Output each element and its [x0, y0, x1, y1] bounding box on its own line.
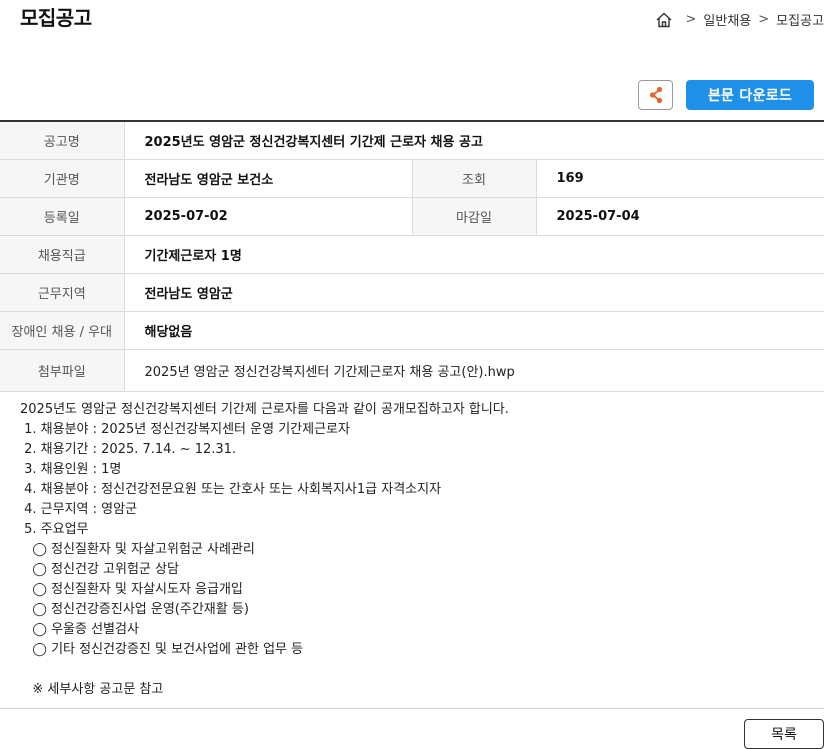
- breadcrumb-item-general-hiring[interactable]: 일반채용: [703, 10, 751, 29]
- home-icon[interactable]: [655, 11, 673, 29]
- list-button[interactable]: 목록: [744, 719, 824, 749]
- region-label: 근무지역: [0, 273, 125, 312]
- body-line: 3. 채용인원 : 1명: [20, 462, 122, 477]
- breadcrumb-separator: >: [758, 12, 770, 27]
- table-row: 등록일 2025-07-02 마감일 2025-07-04: [0, 197, 824, 236]
- rank-value: 기간제근로자 1명: [124, 235, 824, 274]
- body-line: 2025년도 영암군 정신건강복지센터 기간제 근로자를 다음과 같이 공개모집…: [20, 402, 509, 417]
- notice-info-table: 공고명 2025년도 영암군 정신건강복지센터 기간제 근로자 채용 공고 기관…: [0, 120, 824, 392]
- body-line: 1. 채용분야 : 2025년 정신건강복지센터 운영 기간제근로자: [20, 422, 350, 437]
- body-line: 2. 채용기간 : 2025. 7.14. ~ 12.31.: [20, 442, 237, 457]
- table-row: 채용직급 기간제근로자 1명: [0, 235, 824, 274]
- body-line: 5. 주요업무: [20, 522, 89, 537]
- views-value: 169: [536, 159, 824, 198]
- body-line: ◯ 기타 정신건강증진 및 보건사업에 관한 업무 등: [20, 642, 304, 657]
- reg-date-label: 등록일: [0, 197, 125, 236]
- attachment-link[interactable]: 2025년 영암군 정신건강복지센터 기간제근로자 채용 공고(안).hwp: [124, 349, 824, 392]
- disabled-value: 해당없음: [124, 311, 824, 350]
- table-row: 근무지역 전라남도 영암군: [0, 273, 824, 312]
- body-line: 4. 근무지역 : 영암군: [20, 502, 138, 517]
- body-line: 4. 채용분야 : 정신건강전문요원 또는 간호사 또는 사회복지사1급 자격소…: [20, 482, 442, 497]
- share-icon: [649, 86, 662, 104]
- disabled-label: 장애인 채용 / 우대: [0, 311, 125, 350]
- body-line: ◯ 우울증 선별검사: [20, 622, 139, 637]
- table-row: 첨부파일 2025년 영암군 정신건강복지센터 기간제근로자 채용 공고(안).…: [0, 349, 824, 392]
- table-row: 공고명 2025년도 영암군 정신건강복지센터 기간제 근로자 채용 공고: [0, 121, 824, 160]
- share-button[interactable]: [638, 80, 673, 110]
- notice-body: 2025년도 영암군 정신건강복지센터 기간제 근로자를 다음과 같이 공개모집…: [20, 400, 509, 700]
- breadcrumb-separator: >: [685, 12, 697, 27]
- body-line: ◯ 정신건강증진사업 운영(주간재활 등): [20, 602, 249, 617]
- body-line: ※ 세부사항 공고문 참고: [20, 682, 164, 697]
- download-button[interactable]: 본문 다운로드: [686, 80, 814, 110]
- divider: [0, 708, 824, 709]
- region-value: 전라남도 영암군: [124, 273, 824, 312]
- table-row: 기관명 전라남도 영암군 보건소 조회 169: [0, 159, 824, 198]
- breadcrumb-item-recruitment[interactable]: 모집공고: [776, 10, 824, 29]
- reg-date-value: 2025-07-02: [124, 197, 413, 236]
- body-line: ◯ 정신질환자 및 자살시도자 응급개입: [20, 582, 243, 597]
- page-title: 모집공고: [20, 6, 92, 30]
- org-label: 기관명: [0, 159, 125, 198]
- body-line: [20, 660, 509, 680]
- title-value: 2025년도 영암군 정신건강복지센터 기간제 근로자 채용 공고: [124, 121, 824, 160]
- breadcrumb: > 일반채용 > 모집공고: [655, 10, 824, 29]
- table-row: 장애인 채용 / 우대 해당없음: [0, 311, 824, 350]
- rank-label: 채용직급: [0, 235, 125, 274]
- org-value: 전라남도 영암군 보건소: [124, 159, 413, 198]
- attachment-label: 첨부파일: [0, 349, 125, 392]
- body-line: ◯ 정신질환자 및 자살고위험군 사례관리: [20, 542, 255, 557]
- views-label: 조회: [412, 159, 537, 198]
- deadline-label: 마감일: [412, 197, 537, 236]
- title-label: 공고명: [0, 121, 125, 160]
- deadline-value: 2025-07-04: [536, 197, 824, 236]
- body-line: ◯ 정신건강 고위험군 상담: [20, 562, 179, 577]
